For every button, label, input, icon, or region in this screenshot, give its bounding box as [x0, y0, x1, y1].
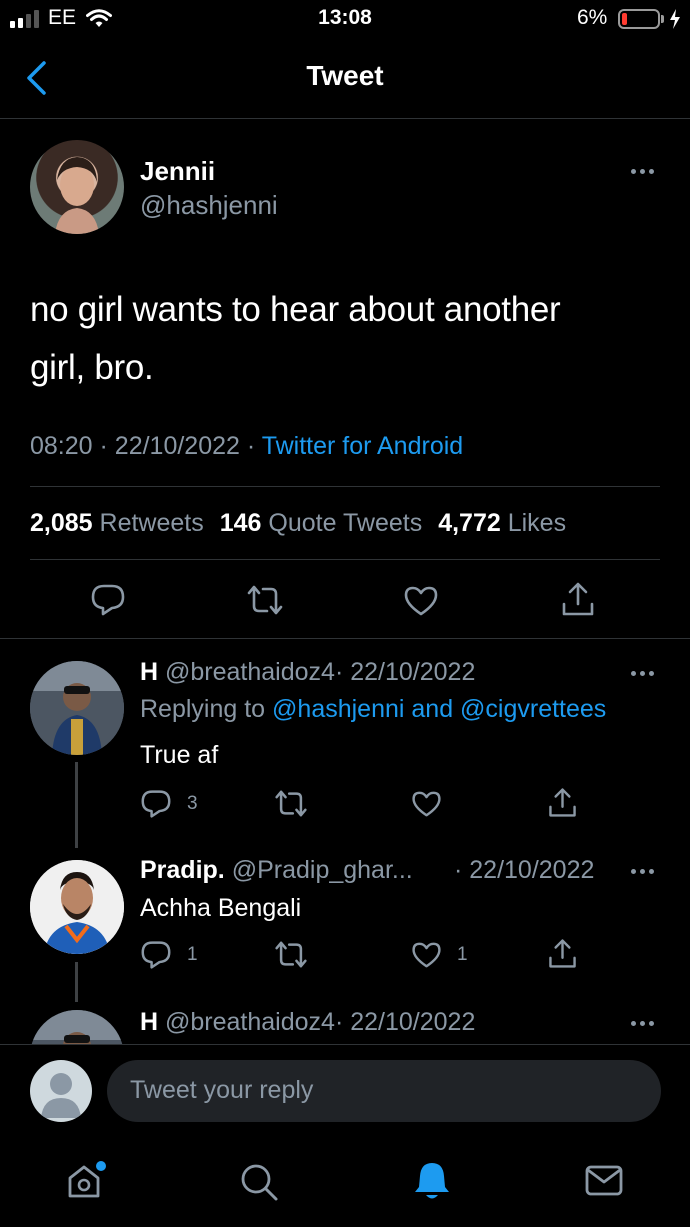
quote-tweets-stat[interactable]: 146 Quote Tweets: [220, 509, 422, 538]
meta-separator: ·: [246, 432, 256, 460]
reply-author-name[interactable]: H: [140, 658, 158, 686]
like-icon[interactable]: [411, 941, 442, 969]
retweet-icon[interactable]: [245, 584, 285, 616]
reply-text: Achha Bengali: [140, 894, 302, 922]
replying-to-handles[interactable]: @hashjenni and @cigvrettees: [272, 695, 606, 723]
author-handle[interactable]: @hashjenni: [140, 190, 278, 221]
charging-icon: [670, 9, 680, 29]
more-options-icon[interactable]: [631, 169, 654, 174]
share-icon[interactable]: [560, 580, 596, 618]
reply-header: H @breathaidoz4· 22/10/2022: [140, 658, 475, 687]
tweet-text-line: girl, bro.: [30, 348, 154, 387]
avatar-portrait: [30, 661, 124, 755]
notifications-icon[interactable]: [412, 1160, 452, 1202]
retweets-count: 2,085: [30, 509, 93, 537]
more-options-icon[interactable]: [631, 869, 654, 874]
reply-header: H @breathaidoz4· 22/10/2022: [140, 1008, 475, 1037]
likes-count: 4,772: [438, 509, 501, 537]
reply-date: · 22/10/2022: [454, 856, 595, 884]
battery-nub: [661, 15, 664, 23]
tweet-meta: 08:20 · 22/10/2022 · Twitter for Android: [30, 432, 463, 461]
author-avatar[interactable]: [30, 140, 124, 234]
status-bar: EE 13:08 6%: [0, 0, 690, 38]
meta-divider: [30, 486, 660, 487]
replying-to: Replying to @hashjenni and @cigvrettees: [140, 695, 606, 724]
actions-divider: [0, 638, 690, 639]
reply-avatar[interactable]: [30, 661, 124, 755]
reply-icon[interactable]: [90, 583, 126, 617]
home-icon[interactable]: [64, 1160, 108, 1202]
reply-icon[interactable]: [140, 789, 172, 819]
thread-line: [75, 962, 78, 1002]
reply-author-name[interactable]: H: [140, 1008, 158, 1036]
author-name[interactable]: Jennii: [140, 156, 215, 187]
battery-percentage: 6%: [577, 6, 608, 29]
avatar-portrait: [55, 157, 99, 234]
tweet-date: 22/10/2022: [114, 432, 240, 460]
likes-label: Likes: [507, 509, 567, 537]
battery-icon: [618, 9, 660, 29]
quote-tweets-count: 146: [219, 509, 262, 537]
tweet-text: no girl wants to hear about another girl…: [30, 281, 561, 397]
retweets-stat[interactable]: 2,085 Retweets: [30, 509, 204, 538]
share-icon[interactable]: [547, 937, 578, 970]
default-avatar-icon: [41, 1073, 81, 1118]
quote-tweets-label: Quote Tweets: [268, 509, 423, 537]
reply-author-handle[interactable]: @breathaidoz4: [165, 658, 335, 686]
like-count: 1: [457, 944, 468, 965]
reply-count: 1: [187, 944, 198, 965]
reply-header: Pradip. @Pradip_ghar...: [140, 856, 413, 885]
tweet-source-link[interactable]: Twitter for Android: [262, 432, 463, 460]
retweets-label: Retweets: [99, 509, 204, 537]
stats-divider: [30, 559, 660, 560]
likes-stat[interactable]: 4,772 Likes: [438, 509, 566, 538]
reply-author-handle[interactable]: @breathaidoz4: [165, 1008, 335, 1036]
reply-date: · 22/10/2022: [334, 658, 476, 686]
header-divider: [0, 118, 690, 119]
reply-count: 3: [187, 793, 198, 814]
page-title: Tweet: [306, 60, 384, 91]
reply-input-placeholder: Tweet your reply: [130, 1076, 314, 1104]
reply-date: · 22/10/2022: [334, 1008, 476, 1036]
messages-icon[interactable]: [584, 1164, 624, 1198]
more-options-icon[interactable]: [631, 671, 654, 676]
reply-author-name[interactable]: Pradip.: [140, 856, 225, 884]
share-icon[interactable]: [547, 786, 578, 819]
tweet-text-line: no girl wants to hear about another: [30, 290, 561, 329]
replying-to-label: Replying to: [140, 695, 266, 723]
search-icon[interactable]: [239, 1162, 279, 1202]
reply-author-handle[interactable]: @Pradip_ghar...: [232, 856, 413, 884]
current-user-avatar[interactable]: [30, 1060, 92, 1122]
reply-text: True af: [140, 741, 219, 769]
avatar-portrait: [30, 860, 124, 954]
meta-separator: ·: [99, 432, 108, 460]
retweet-icon[interactable]: [273, 940, 309, 969]
reply-icon[interactable]: [140, 940, 172, 970]
thread-line: [75, 762, 78, 848]
tweet-stats: 2,085 Retweets 146 Quote Tweets 4,772 Li…: [30, 509, 566, 538]
like-icon[interactable]: [403, 585, 439, 617]
retweet-icon[interactable]: [273, 789, 309, 818]
reply-avatar[interactable]: [30, 860, 124, 954]
more-options-icon[interactable]: [631, 1021, 654, 1026]
tweet-time: 08:20: [30, 432, 93, 460]
like-icon[interactable]: [411, 790, 442, 818]
